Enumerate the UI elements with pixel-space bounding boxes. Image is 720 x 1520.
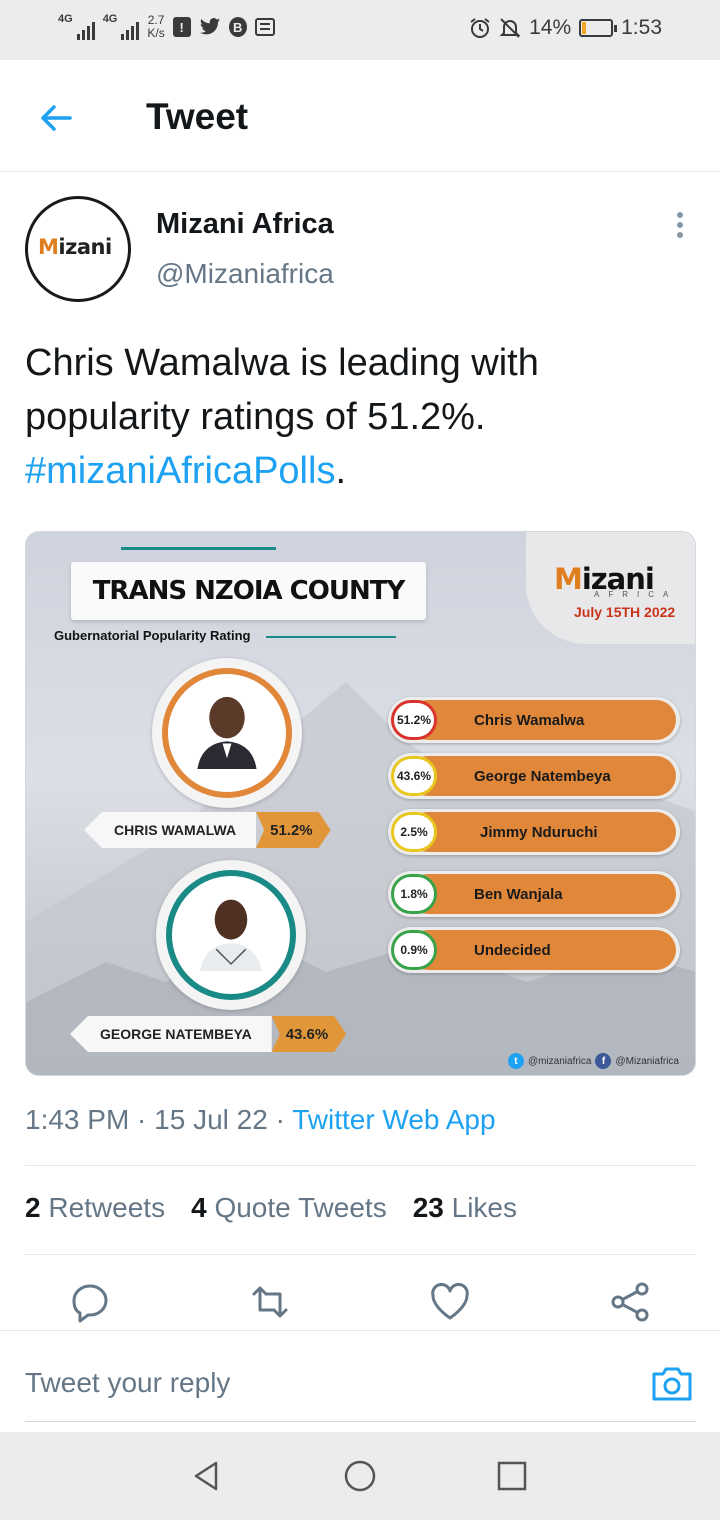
poll-logo-sub: AFRICA bbox=[594, 590, 678, 599]
poll-subtitle-line bbox=[266, 636, 396, 638]
quotes-stat[interactable]: 4 Quote Tweets bbox=[191, 1192, 387, 1224]
status-right: 14% 1:53 bbox=[469, 16, 662, 40]
result-bar: 0.9% Undecided bbox=[388, 927, 680, 973]
candidate-photo-1 bbox=[152, 658, 302, 808]
nav-back-icon[interactable] bbox=[188, 1458, 224, 1494]
retweets-stat[interactable]: 2 Retweets bbox=[25, 1192, 165, 1224]
more-options-icon[interactable] bbox=[668, 212, 692, 244]
result-bar: 1.8% Ben Wanjala bbox=[388, 871, 680, 917]
share-icon[interactable] bbox=[608, 1280, 652, 1324]
message-icon bbox=[254, 18, 275, 36]
app-header: Tweet bbox=[0, 60, 720, 172]
battery-percent: 14% bbox=[529, 16, 572, 39]
mute-icon bbox=[499, 18, 521, 38]
battery-icon bbox=[579, 19, 618, 37]
poll-subtitle: Gubernatorial Popularity Rating bbox=[54, 628, 251, 643]
signal-icon-2: 4G bbox=[103, 14, 140, 40]
tweet-timestamp: 1:43 PM · 15 Jul 22 · Twitter Web App bbox=[25, 1104, 496, 1135]
result-bar: 43.6% George Natembeya bbox=[388, 753, 680, 799]
system-nav-bar bbox=[0, 1432, 720, 1520]
page-title: Tweet bbox=[146, 96, 249, 137]
poll-accent-line bbox=[121, 547, 276, 550]
tweet-actions bbox=[0, 1280, 720, 1328]
alarm-icon bbox=[470, 18, 490, 38]
facebook-icon: f bbox=[595, 1053, 612, 1069]
tweet-media-image[interactable]: TRANS NZOIA COUNTY Gubernatorial Popular… bbox=[25, 531, 696, 1076]
twitter-icon bbox=[199, 18, 220, 35]
like-icon[interactable] bbox=[428, 1280, 472, 1324]
status-bar: 4G 4G 2.7 K/s ! B 14% 1:53 bbox=[0, 0, 720, 60]
back-arrow-icon[interactable] bbox=[36, 98, 76, 138]
author-name[interactable]: Mizani Africa bbox=[156, 208, 334, 241]
result-bar: 2.5% Jimmy Nduruchi bbox=[388, 809, 680, 855]
poll-date: July 15TH 2022 bbox=[574, 604, 676, 620]
nav-home-icon[interactable] bbox=[342, 1458, 378, 1494]
source-link[interactable]: Twitter Web App bbox=[292, 1104, 495, 1135]
alert-icon: ! bbox=[172, 17, 191, 37]
b-app-icon: B bbox=[228, 17, 247, 37]
divider bbox=[25, 1254, 696, 1255]
author-handle[interactable]: @Mizaniafrica bbox=[156, 258, 334, 290]
reply-input[interactable]: Tweet your reply bbox=[25, 1367, 230, 1399]
tweet-stats: 2 Retweets 4 Quote Tweets 23 Likes bbox=[25, 1192, 517, 1224]
reply-underline bbox=[25, 1421, 696, 1422]
reply-bar: Tweet your reply bbox=[0, 1330, 720, 1430]
twitter-icon: t bbox=[507, 1053, 524, 1069]
signal-icon: 4G bbox=[58, 14, 95, 40]
camera-icon[interactable] bbox=[650, 1361, 694, 1405]
tweet-text: Chris Wamalwa is leading with popularity… bbox=[25, 342, 539, 492]
candidate-tag-2: GEORGE NATEMBEYA 43.6% bbox=[70, 1016, 346, 1052]
avatar[interactable]: Mizani bbox=[25, 196, 131, 302]
poll-footer: t @mizaniafrica f @Mizaniafrica bbox=[507, 1053, 679, 1069]
result-bar: 51.2% Chris Wamalwa bbox=[388, 697, 680, 743]
retweet-icon[interactable] bbox=[248, 1280, 292, 1324]
avatar-logo: Mizani bbox=[38, 235, 112, 259]
reply-icon[interactable] bbox=[68, 1280, 112, 1324]
candidate-photo-2 bbox=[156, 860, 306, 1010]
poll-title: TRANS NZOIA COUNTY bbox=[71, 562, 426, 620]
candidate-tag-1: CHRIS WAMALWA 51.2% bbox=[84, 812, 331, 848]
hashtag-link[interactable]: #mizaniAfricaPolls bbox=[25, 450, 335, 492]
network-speed: 2.7 K/s bbox=[147, 13, 165, 40]
clock: 1:53 bbox=[621, 16, 662, 39]
likes-stat[interactable]: 23 Likes bbox=[413, 1192, 517, 1224]
nav-recents-icon[interactable] bbox=[494, 1458, 530, 1494]
divider bbox=[25, 1165, 696, 1166]
status-left: 4G 4G 2.7 K/s ! B bbox=[58, 14, 275, 40]
